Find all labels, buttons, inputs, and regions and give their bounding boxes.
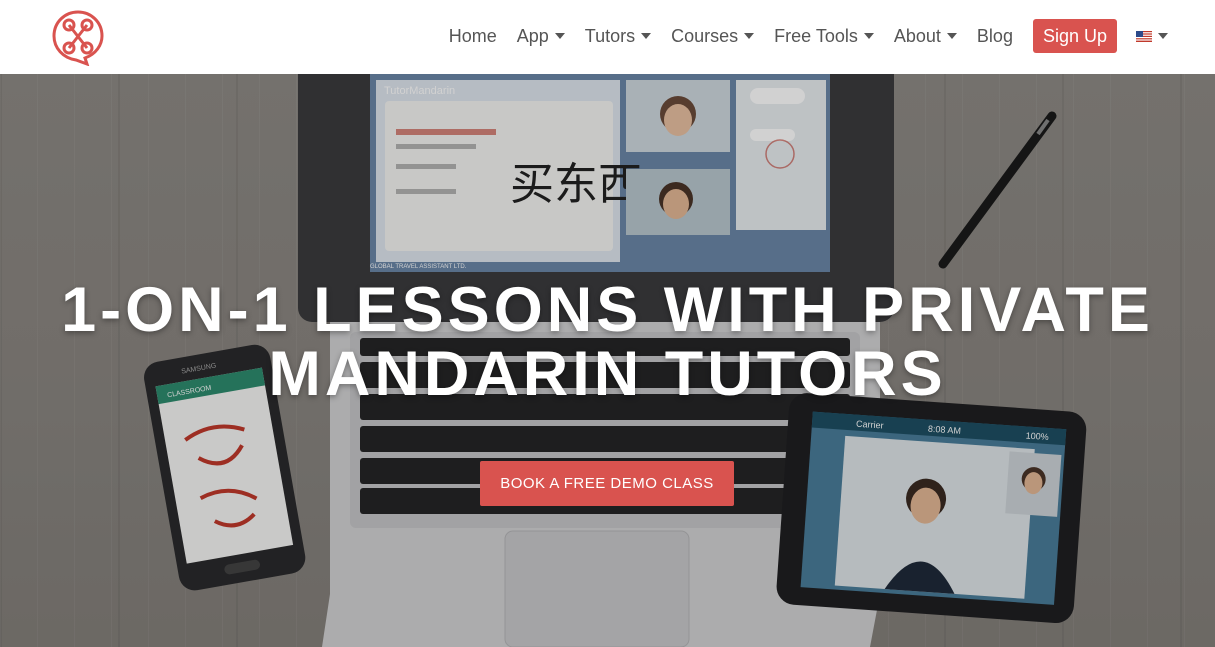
caret-down-icon (1158, 33, 1168, 39)
caret-down-icon (744, 33, 755, 39)
nav-about[interactable]: About (894, 26, 957, 47)
caret-down-icon (554, 33, 565, 39)
hero-headline-line1: 1-on-1 Lessons with Private (61, 275, 1154, 345)
nav-blog[interactable]: Blog (977, 26, 1013, 47)
book-demo-button[interactable]: Book a free demo class (480, 461, 734, 506)
nav-blog-label: Blog (976, 25, 1013, 46)
nav-tutors[interactable]: Tutors (584, 25, 652, 47)
nav-home-label: Home (448, 25, 497, 46)
language-selector[interactable] (1136, 30, 1168, 42)
site-header: Home App Tutors Courses Free Tools About… (0, 0, 1215, 74)
hero-section: TutorMandarin 买东西 GLOBAL TRAVEL ASSISTAN… (0, 74, 1215, 647)
nav-app-label: App (516, 25, 549, 46)
caret-down-icon (641, 33, 652, 39)
nav-app[interactable]: App (517, 26, 565, 47)
hero-headline: 1-on-1 Lessons with Private Mandarin Tut… (0, 278, 1215, 406)
main-nav: Home App Tutors Courses Free Tools About… (449, 19, 1168, 53)
nav-tutors-label: Tutors (584, 25, 636, 46)
nav-about-label: About (893, 25, 941, 46)
sign-up-button[interactable]: Sign Up (1032, 19, 1117, 53)
nav-home[interactable]: Home (449, 26, 497, 47)
us-flag-icon (1136, 30, 1152, 42)
nav-free-tools[interactable]: Free Tools (774, 26, 874, 47)
hero-headline-line2: Mandarin Tutors (268, 339, 947, 409)
tutormandarin-logo[interactable] (49, 8, 107, 66)
nav-courses[interactable]: Courses (671, 25, 755, 47)
caret-down-icon (946, 33, 957, 39)
nav-courses-label: Courses (671, 25, 739, 46)
nav-free-tools-label: Free Tools (774, 25, 858, 46)
caret-down-icon (863, 33, 874, 39)
